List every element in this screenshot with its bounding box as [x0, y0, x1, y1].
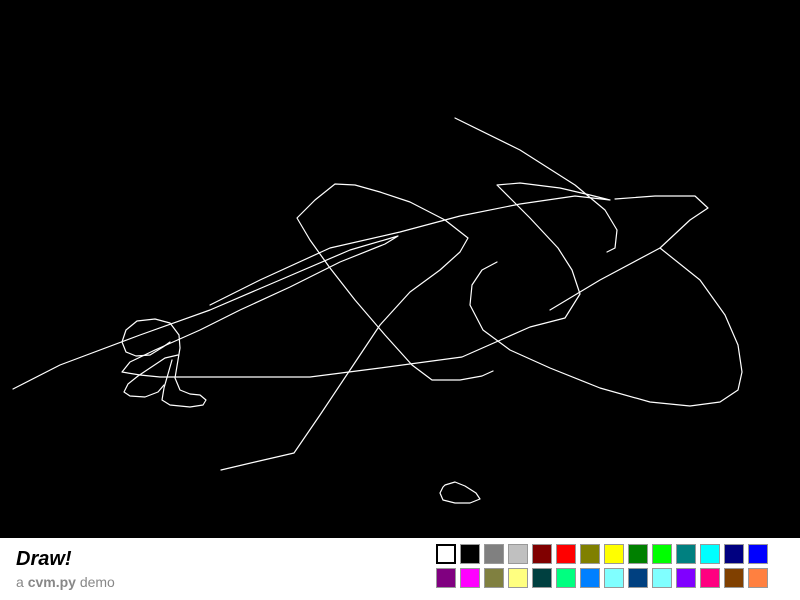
- color-swatch[interactable]: [700, 568, 720, 588]
- color-swatch[interactable]: [484, 544, 504, 564]
- stroke-8: [439, 481, 481, 504]
- color-swatch[interactable]: [628, 544, 648, 564]
- subtitle-suffix: demo: [75, 574, 115, 590]
- color-swatch[interactable]: [676, 568, 696, 588]
- color-swatch[interactable]: [652, 544, 672, 564]
- footer-bar: Draw! a cvm.py demo: [0, 538, 800, 600]
- color-swatch[interactable]: [724, 568, 744, 588]
- color-swatch[interactable]: [532, 568, 552, 588]
- color-swatch[interactable]: [508, 568, 528, 588]
- subtitle-brand: cvm.py: [27, 574, 76, 590]
- color-swatch[interactable]: [700, 544, 720, 564]
- color-palette: [436, 544, 772, 592]
- color-swatch[interactable]: [580, 544, 600, 564]
- color-swatch[interactable]: [484, 568, 504, 588]
- drawing-canvas[interactable]: [0, 0, 800, 538]
- stroke-4: [549, 195, 709, 311]
- color-swatch[interactable]: [556, 568, 576, 588]
- color-swatch[interactable]: [580, 568, 600, 588]
- color-swatch[interactable]: [748, 568, 768, 588]
- color-swatch[interactable]: [652, 568, 672, 588]
- color-swatch[interactable]: [604, 544, 624, 564]
- color-swatch[interactable]: [532, 544, 552, 564]
- color-swatch[interactable]: [436, 544, 456, 564]
- stroke-6: [121, 318, 207, 408]
- app-subtitle: a cvm.py demo: [16, 574, 115, 590]
- color-swatch[interactable]: [676, 544, 696, 564]
- subtitle-prefix: a: [16, 574, 28, 590]
- color-swatch[interactable]: [724, 544, 744, 564]
- color-swatch[interactable]: [748, 544, 768, 564]
- color-swatch[interactable]: [460, 544, 480, 564]
- color-swatch[interactable]: [604, 568, 624, 588]
- stroke-2: [12, 182, 611, 390]
- color-swatch[interactable]: [508, 544, 528, 564]
- stroke-3: [220, 183, 494, 471]
- color-swatch[interactable]: [436, 568, 456, 588]
- app-title: Draw!: [16, 548, 72, 570]
- stroke-5: [469, 247, 743, 407]
- color-swatch[interactable]: [460, 568, 480, 588]
- draw-app: Draw! a cvm.py demo: [0, 0, 800, 600]
- color-swatch[interactable]: [628, 568, 648, 588]
- drawing-surface[interactable]: [0, 0, 800, 538]
- color-swatch[interactable]: [556, 544, 576, 564]
